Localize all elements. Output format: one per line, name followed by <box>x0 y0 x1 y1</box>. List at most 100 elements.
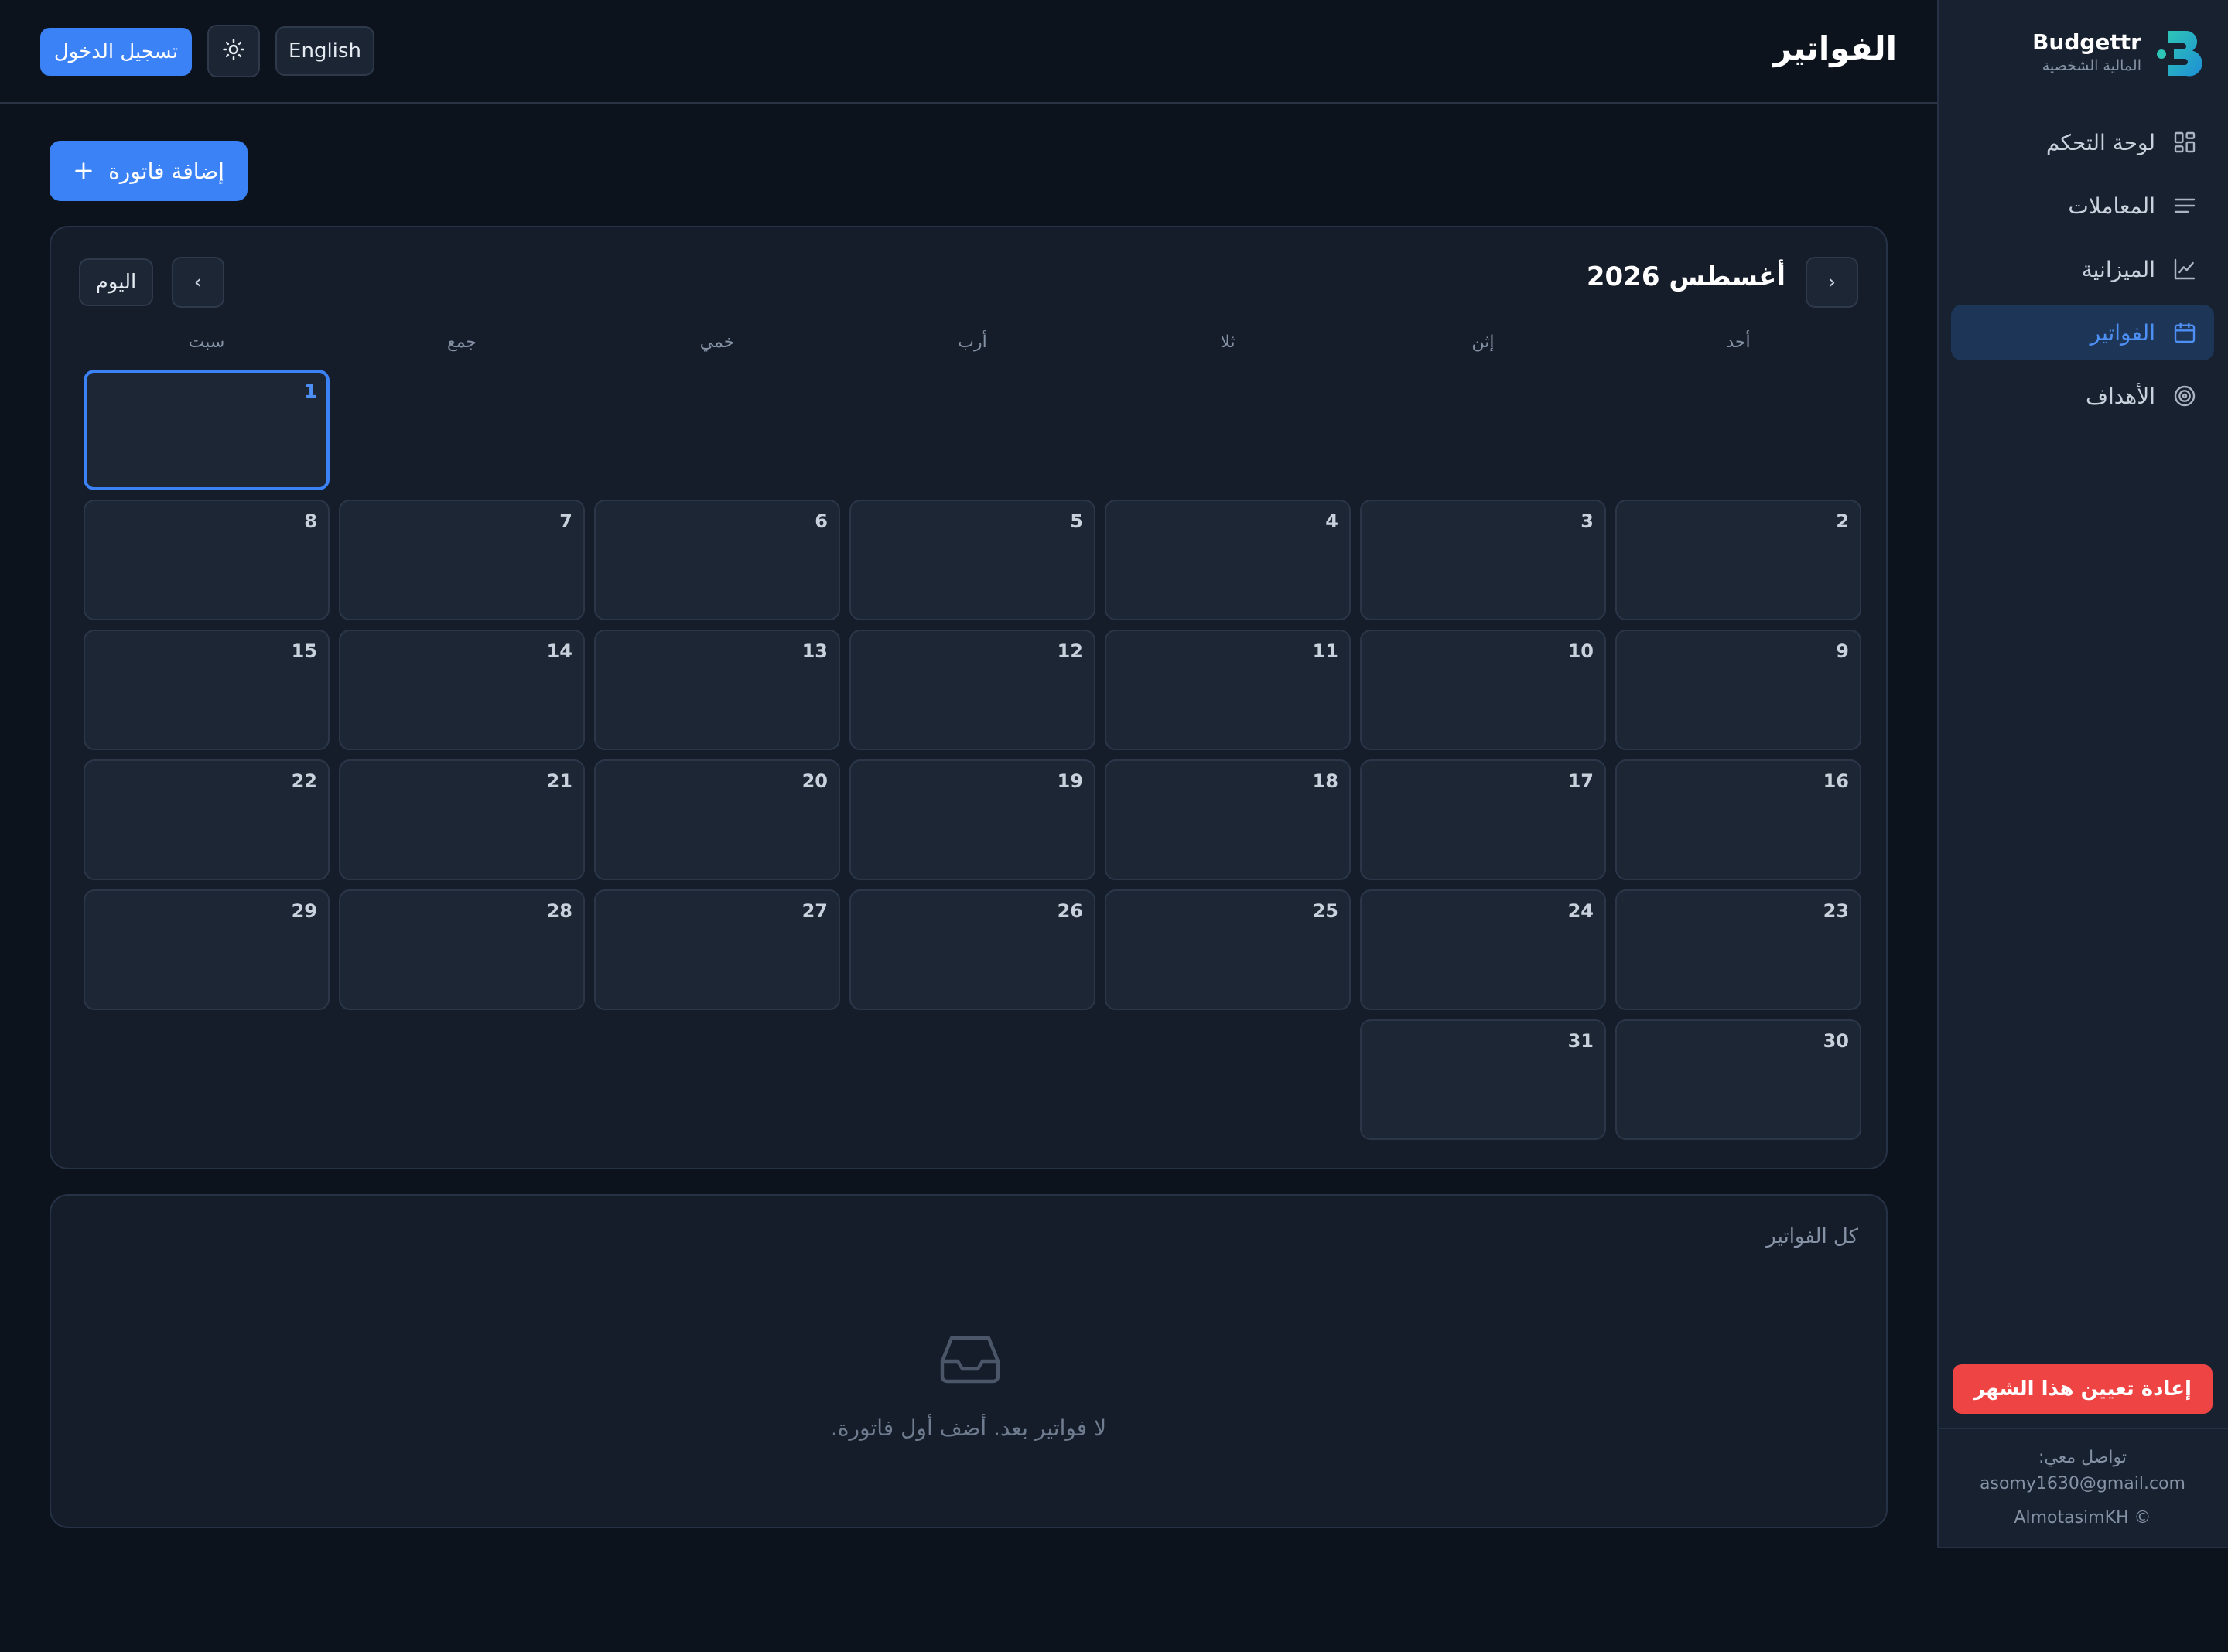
calendar-day-number: 28 <box>546 900 572 922</box>
calendar-day-number: 12 <box>1057 640 1083 662</box>
calendar-day[interactable]: 30 <box>1615 1019 1861 1140</box>
calendar-day[interactable]: 28 <box>339 889 585 1010</box>
calendar-day[interactable]: 15 <box>84 630 330 750</box>
empty-bills-text: لا فواتير بعد. أضف أول فاتورة. <box>830 1415 1107 1441</box>
calendar-day-number: 8 <box>304 510 317 532</box>
sidebar-item-budget[interactable]: الميزانية <box>1951 241 2214 297</box>
calendar-day[interactable]: 10 <box>1360 630 1606 750</box>
calendar-day[interactable]: 6 <box>594 500 840 620</box>
add-bill-label: إضافة فاتورة <box>108 158 224 184</box>
calendar-day-number: 1 <box>304 381 317 402</box>
theme-toggle-button[interactable] <box>207 25 260 77</box>
weekday-label: خمي <box>699 333 735 352</box>
calendar-month-title: أغسطس 2026 <box>1586 261 1785 292</box>
calendar-day-number: 17 <box>1567 770 1594 792</box>
calendar-day-number: 24 <box>1567 900 1594 922</box>
sun-icon <box>222 38 245 64</box>
dashboard-grid-icon <box>2171 128 2199 156</box>
calendar-day[interactable]: 11 <box>1105 630 1351 750</box>
contact-label: تواصل معي: <box>2038 1448 2127 1467</box>
calendar-day-number: 9 <box>1836 640 1849 662</box>
previous-month-button[interactable]: ‹ <box>172 257 224 308</box>
calendar-day-number: 20 <box>801 770 828 792</box>
language-toggle-button[interactable]: English <box>275 26 374 76</box>
calendar-day-number: 29 <box>291 900 317 922</box>
calendar-day[interactable]: 9 <box>1615 630 1861 750</box>
sidebar-item-label: الميزانية <box>2081 256 2155 282</box>
sidebar-item-label: الأهداف <box>2085 383 2155 409</box>
calendar-day-number: 6 <box>815 510 828 532</box>
budgettr-logo-icon <box>2157 28 2203 79</box>
copyright-text: AlmotasimKH © <box>2014 1508 2151 1527</box>
calendar-day-number: 4 <box>1325 510 1338 532</box>
app-root: الفواتير English تسجيل الدخول Budgettr ا… <box>0 0 2228 1652</box>
brand[interactable]: Budgettr المالية الشخصية <box>1956 26 2203 80</box>
calendar-day-today[interactable]: 1 <box>84 370 330 490</box>
calendar-day[interactable]: 20 <box>594 759 840 880</box>
calendar-day[interactable]: 29 <box>84 889 330 1010</box>
contact-email-link[interactable]: asomy1630@gmail.com <box>1937 1471 2228 1497</box>
calendar-day-number: 30 <box>1823 1030 1849 1052</box>
sidebar-item-label: الفواتير <box>2090 319 2155 346</box>
calendar-day[interactable]: 26 <box>849 889 1095 1010</box>
weekday-label: أحد <box>1726 333 1751 352</box>
calendar-day[interactable]: 12 <box>849 630 1095 750</box>
calendar-day[interactable]: 7 <box>339 500 585 620</box>
brand-subtitle: المالية الشخصية <box>2042 57 2141 74</box>
calendar-day-number: 21 <box>546 770 572 792</box>
calendar-day[interactable]: 5 <box>849 500 1095 620</box>
sidebar-item-label: المعاملات <box>2068 193 2155 219</box>
login-button[interactable]: تسجيل الدخول <box>40 28 192 76</box>
weekday-label: ثلا <box>1220 333 1235 352</box>
calendar-day[interactable]: 31 <box>1360 1019 1606 1140</box>
add-bill-button[interactable]: إضافة فاتورة <box>50 141 248 201</box>
calendar-day-number: 11 <box>1312 640 1338 662</box>
sidebar-item-label: لوحة التحكم <box>2045 129 2155 155</box>
calendar-day[interactable]: 19 <box>849 759 1095 880</box>
calendar-day-number: 25 <box>1312 900 1338 922</box>
calendar-day-number: 3 <box>1580 510 1594 532</box>
today-button[interactable]: اليوم <box>79 258 153 306</box>
calendar-day[interactable]: 27 <box>594 889 840 1010</box>
calendar-day[interactable]: 25 <box>1105 889 1351 1010</box>
calendar-day[interactable]: 13 <box>594 630 840 750</box>
calendar-day-number: 23 <box>1823 900 1849 922</box>
next-month-button[interactable]: › <box>1806 257 1858 308</box>
inbox-tray-icon <box>939 1333 1001 1384</box>
calendar-day[interactable]: 23 <box>1615 889 1861 1010</box>
calendar-day[interactable]: 24 <box>1360 889 1606 1010</box>
calendar-day-number: 16 <box>1823 770 1849 792</box>
list-lines-icon <box>2171 192 2199 220</box>
sidebar-item-transactions[interactable]: المعاملات <box>1951 178 2214 234</box>
calendar-day[interactable]: 21 <box>339 759 585 880</box>
sidebar-item-bills[interactable]: الفواتير <box>1951 305 2214 360</box>
weekday-header: أحد إثن ثلا أرب خمي جمع سبت <box>79 333 1861 364</box>
calendar-day-number: 18 <box>1312 770 1338 792</box>
sidebar-item-dashboard[interactable]: لوحة التحكم <box>1951 114 2214 170</box>
sidebar-nav: لوحة التحكم المعاملات الميزانية الفواتير… <box>1951 114 2214 432</box>
calendar-day[interactable]: 14 <box>339 630 585 750</box>
calendar-day[interactable]: 22 <box>84 759 330 880</box>
calendar-day-number: 31 <box>1567 1030 1594 1052</box>
line-chart-icon <box>2171 255 2199 283</box>
sidebar-footer: تواصل معي: asomy1630@gmail.com Almotasim… <box>1937 1428 2228 1547</box>
calendar-day-number: 13 <box>801 640 828 662</box>
calendar-day[interactable]: 4 <box>1105 500 1351 620</box>
calendar-day[interactable]: 16 <box>1615 759 1861 880</box>
calendar-grid: 1 2 3 4 5 6 7 8 9 10 11 12 13 14 15 16 17 18 19 20 21 22 23 24 2… <box>79 370 1861 1143</box>
reset-month-button[interactable]: إعادة تعيين هذا الشهر <box>1953 1364 2213 1414</box>
sidebar-item-goals[interactable]: الأهداف <box>1951 368 2214 424</box>
all-bills-panel: كل الفواتير لا فواتير بعد. أضف أول فاتور… <box>50 1194 1888 1528</box>
calendar-day[interactable]: 8 <box>84 500 330 620</box>
calendar-day[interactable]: 17 <box>1360 759 1606 880</box>
plus-icon <box>73 160 94 182</box>
brand-name: Budgettr <box>2032 29 2141 55</box>
sidebar: Budgettr المالية الشخصية لوحة التحكم الم… <box>1937 0 2228 1548</box>
calendar-day[interactable]: 3 <box>1360 500 1606 620</box>
calendar-day-number: 26 <box>1057 900 1083 922</box>
target-icon <box>2171 382 2199 410</box>
calendar-day[interactable]: 18 <box>1105 759 1351 880</box>
calendar-day-number: 2 <box>1836 510 1849 532</box>
calendar-day-number: 5 <box>1070 510 1083 532</box>
calendar-day[interactable]: 2 <box>1615 500 1861 620</box>
